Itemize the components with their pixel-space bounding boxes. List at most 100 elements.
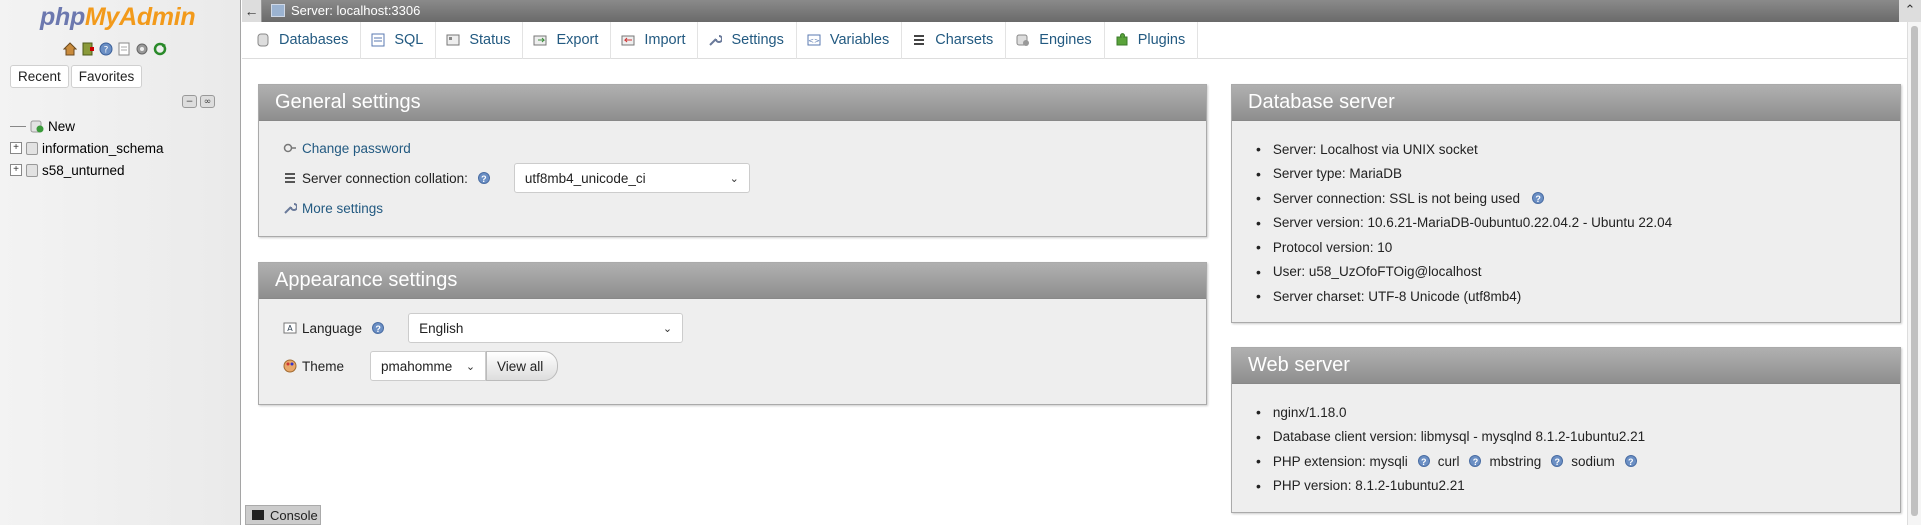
language-value: English [419, 320, 464, 336]
tree-item-s58-unturned[interactable]: + s58_unturned [10, 159, 164, 181]
database-server-info-list: Server: Localhost via UNIX socket Server… [1256, 133, 1876, 309]
nav-tabs: Recent Favorites [10, 65, 143, 88]
database-tree: New + information_schema + s58_unturned [10, 115, 164, 181]
list-item: PHP extension: mysqli ? curl ? mbstring … [1256, 449, 1876, 474]
tab-recent[interactable]: Recent [10, 65, 69, 88]
help-icon[interactable]: ? [1532, 192, 1545, 205]
tab-label: Plugins [1137, 32, 1186, 48]
logout-icon[interactable] [80, 41, 95, 56]
tab-label: SQL [394, 32, 424, 48]
database-icon [256, 33, 270, 47]
panel-title: Web server [1232, 348, 1900, 384]
vertical-scrollbar[interactable] [1907, 22, 1921, 525]
help-icon[interactable]: ? [98, 41, 113, 56]
console-toggle[interactable]: Console [245, 505, 321, 525]
tab-export[interactable]: Export [523, 21, 612, 59]
tab-engines[interactable]: Engines [1006, 21, 1105, 59]
back-arrow-icon[interactable]: ← [242, 0, 262, 22]
nav-icon-bar: ? [62, 41, 167, 56]
charsets-icon [912, 33, 926, 47]
more-settings-link[interactable]: More settings [302, 201, 383, 216]
list-item: Server type: MariaDB [1256, 162, 1876, 187]
help-icon[interactable]: ? [372, 322, 385, 334]
tree-item-information-schema[interactable]: + information_schema [10, 137, 164, 159]
chevron-down-icon: ⌄ [729, 172, 739, 185]
theme-select[interactable]: pmahomme ⌄ [370, 351, 487, 381]
console-icon [252, 510, 264, 520]
tab-settings[interactable]: Settings [698, 21, 797, 59]
collapse-topbar-icon[interactable]: ⌃ [1899, 0, 1921, 22]
tab-charsets[interactable]: Charsets [902, 21, 1007, 59]
help-icon[interactable]: ? [477, 172, 490, 184]
list-item: PHP version: 8.1.2-1ubuntu2.21 [1256, 474, 1876, 499]
tab-favorites[interactable]: Favorites [70, 65, 143, 88]
tab-sql[interactable]: SQL [361, 21, 437, 59]
gear-icon[interactable] [134, 41, 149, 56]
expand-icon[interactable]: + [10, 164, 22, 176]
theme-row: Theme pmahomme ⌄ View all [283, 351, 1182, 381]
list-item: User: u58_UzOfoFTOig@localhost [1256, 260, 1876, 285]
tree-connector [10, 125, 26, 127]
panel-title: Appearance settings [259, 263, 1206, 299]
console-label: Console [270, 507, 318, 523]
list-item: Protocol version: 10 [1256, 235, 1876, 260]
import-icon [621, 33, 635, 47]
expand-icon[interactable]: + [10, 142, 22, 154]
tree-item-new[interactable]: New [10, 115, 164, 137]
status-icon [446, 33, 460, 47]
tab-variables[interactable]: <> Variables [797, 21, 903, 59]
appearance-settings-panel: Appearance settings A Language ? English… [258, 262, 1207, 405]
tab-databases[interactable]: Databases [246, 21, 362, 59]
general-settings-panel: General settings Change password Server … [258, 84, 1207, 237]
language-select[interactable]: English ⌄ [408, 313, 684, 343]
wrench-icon [708, 33, 723, 47]
list-item: Server: Localhost via UNIX socket [1256, 137, 1876, 162]
chevron-down-icon: ⌄ [465, 360, 476, 373]
tab-label: Export [556, 32, 599, 48]
main-menu: Databases SQL Status Export Import Setti… [242, 21, 1921, 59]
palette-icon [283, 359, 297, 373]
list-item: Server charset: UTF-8 Unicode (utf8mb4) [1256, 284, 1876, 309]
phpmyadmin-logo[interactable]: phpMyAdmin [40, 3, 196, 32]
collation-label: Server connection collation: [302, 170, 468, 186]
change-password-link[interactable]: Change password [302, 141, 411, 156]
list-item: nginx/1.18.0 [1256, 400, 1876, 425]
help-icon[interactable]: ? [1417, 455, 1430, 468]
change-password-row: Change password [283, 133, 1182, 163]
collation-icon [283, 171, 297, 185]
language-icon: A [283, 321, 297, 335]
database-icon [26, 163, 38, 177]
documentation-icon[interactable] [116, 41, 131, 56]
chevron-down-icon: ⌄ [662, 322, 673, 335]
theme-label: Theme [302, 358, 345, 374]
web-server-info-list: nginx/1.18.0 Database client version: li… [1256, 396, 1876, 498]
svg-text:<>: <> [808, 37, 820, 45]
collation-value: utf8mb4_unicode_ci [524, 170, 646, 186]
list-item: Server version: 10.6.21-MariaDB-0ubuntu0… [1256, 211, 1876, 236]
view-all-themes-button[interactable]: View all [486, 351, 559, 381]
home-icon[interactable] [62, 41, 77, 56]
help-icon[interactable]: ? [1469, 455, 1482, 468]
tab-status[interactable]: Status [436, 21, 524, 59]
language-row: A Language ? English ⌄ [283, 313, 1182, 343]
reload-icon[interactable] [152, 41, 167, 56]
link-with-main-icon[interactable]: ∞ [200, 95, 215, 108]
theme-value: pmahomme [381, 358, 453, 374]
collation-select[interactable]: utf8mb4_unicode_ci ⌄ [513, 163, 750, 193]
tab-plugins[interactable]: Plugins [1105, 21, 1199, 59]
web-server-panel: Web server nginx/1.18.0 Database client … [1231, 347, 1901, 513]
help-icon[interactable]: ? [1624, 455, 1637, 468]
svg-text:A: A [287, 324, 293, 333]
tab-label: Databases [279, 32, 349, 48]
scrollbar-thumb[interactable] [1911, 26, 1918, 516]
help-icon[interactable]: ? [1551, 455, 1564, 468]
wrench-icon [283, 201, 297, 215]
server-breadcrumb[interactable]: Server: localhost:3306 [291, 3, 420, 18]
collapse-all-icon[interactable]: − [182, 95, 197, 108]
more-settings-row: More settings [283, 193, 1182, 223]
key-icon [283, 141, 297, 155]
engines-icon [1016, 33, 1030, 47]
new-database-icon [30, 120, 44, 133]
tab-import[interactable]: Import [611, 21, 699, 59]
list-item: Database client version: libmysql - mysq… [1256, 425, 1876, 450]
